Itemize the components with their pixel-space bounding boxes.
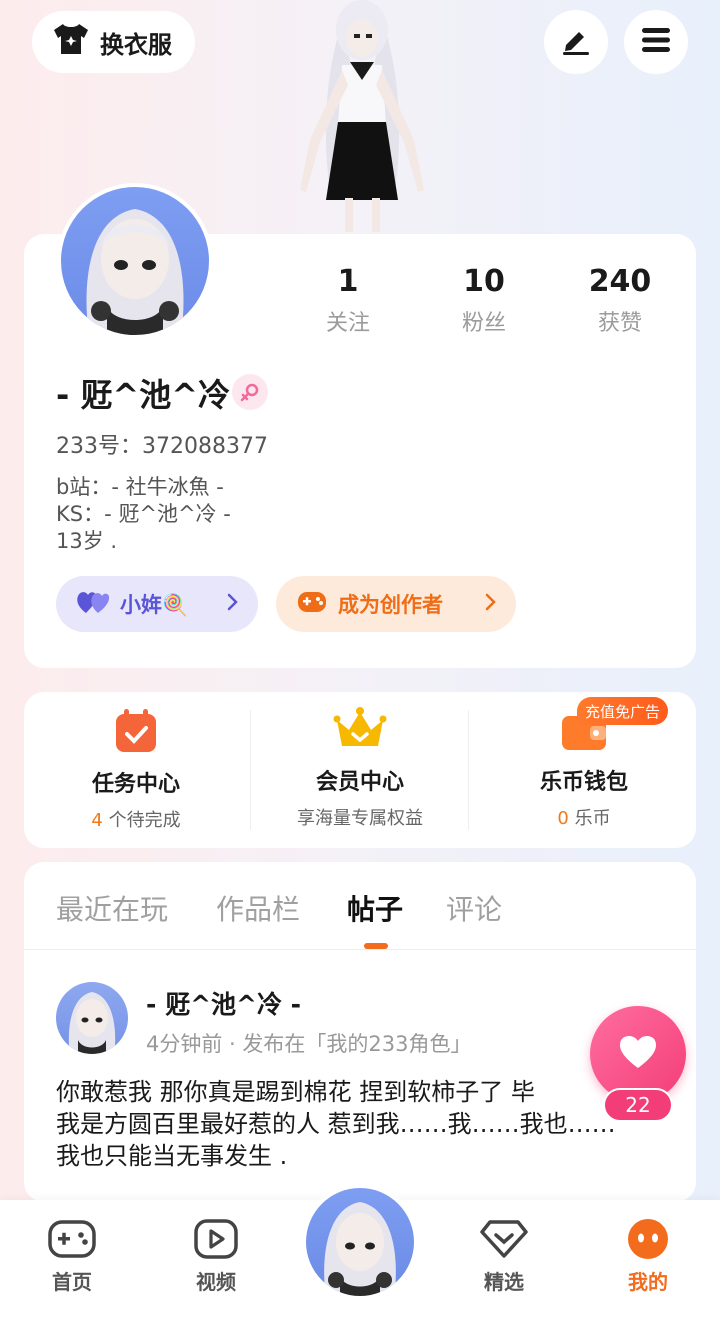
- profile-avatar[interactable]: [57, 183, 213, 339]
- video-play-icon: [171, 1218, 261, 1264]
- double-heart-icon: [76, 589, 110, 620]
- user-id: 233号：372088377: [56, 434, 268, 459]
- divider: [468, 710, 469, 830]
- pen-icon: [559, 23, 593, 61]
- recharge-badge[interactable]: 充值免广告: [577, 697, 669, 725]
- task-center-title: 任务中心: [91, 772, 180, 797]
- bio: b站：- 社牛冰魚 - KS：- 觃^池^冷 - 13岁 .: [56, 474, 231, 555]
- chevron-right-icon: [484, 592, 496, 616]
- nav-featured[interactable]: 精选: [459, 1218, 549, 1295]
- post-author-avatar[interactable]: [56, 982, 128, 1054]
- post-meta: 4分钟前 · 发布在「我的233角色」: [146, 1032, 472, 1056]
- stat-likes-label: 获赞: [597, 311, 642, 336]
- female-icon: [232, 374, 268, 410]
- post-author-name[interactable]: - 觃^池^冷 -: [146, 985, 301, 1021]
- bio-line: 13岁 .: [56, 529, 118, 553]
- stat-fans[interactable]: 10 粉丝: [434, 264, 534, 337]
- vip-center-title: 会员中心: [315, 770, 404, 795]
- coin-count: 0: [557, 808, 569, 829]
- nav-me-label: 我的: [628, 1270, 668, 1294]
- stat-following[interactable]: 1 关注: [298, 264, 398, 337]
- face-icon: [603, 1218, 693, 1264]
- wallet-title: 乐币钱包: [539, 770, 628, 795]
- wallet-sub: 0 乐币: [472, 804, 696, 830]
- menu-button[interactable]: [624, 10, 688, 74]
- nav-home-label: 首页: [52, 1270, 92, 1294]
- change-outfit-button[interactable]: 换衣服: [32, 11, 195, 73]
- avatar-character[interactable]: [290, 0, 435, 232]
- task-count: 4: [91, 810, 103, 831]
- menu-icon: [640, 26, 672, 58]
- username: - 觃^池^冷 -: [56, 376, 255, 414]
- heart-icon: [618, 1034, 658, 1074]
- nav-home[interactable]: 首页: [27, 1218, 117, 1295]
- heart-box-icon: [459, 1218, 549, 1264]
- tab-works[interactable]: 作品栏: [216, 888, 300, 928]
- bio-line: b站：- 社牛冰魚 -: [56, 475, 224, 499]
- stat-fans-label: 粉丝: [461, 311, 506, 336]
- nav-me[interactable]: 我的: [603, 1218, 693, 1295]
- gamepad-icon: [296, 589, 328, 620]
- tab-posts[interactable]: 帖子: [347, 888, 403, 928]
- post-body[interactable]: 你敢惹我 那你真是踢到棉花 捏到软柿子了 毕 我是方圆百里最好惹的人 惹到我………: [56, 1076, 656, 1172]
- nav-video[interactable]: 视频: [171, 1218, 261, 1295]
- change-outfit-label: 换衣服: [100, 30, 172, 59]
- nav-video-label: 视频: [196, 1270, 236, 1294]
- task-center-sub-text: 个待完成: [102, 810, 181, 831]
- vip-center-sub-text: 享海量专属权益: [297, 808, 423, 829]
- nav-featured-label: 精选: [484, 1270, 524, 1294]
- chevron-right-icon: [226, 592, 238, 616]
- tab-recent-play[interactable]: 最近在玩: [56, 888, 168, 928]
- bio-line: KS：- 觃^池^冷 -: [56, 502, 231, 526]
- post-line: 我是方圆百里最好惹的人 惹到我……我……我也……: [56, 1110, 616, 1138]
- stat-following-value: 1: [337, 264, 359, 299]
- stat-likes-value: 240: [588, 264, 652, 299]
- gamepad-icon: [27, 1218, 117, 1264]
- calendar-icon: [24, 708, 248, 758]
- stat-likes[interactable]: 240 获赞: [570, 264, 670, 337]
- task-center-button[interactable]: 任务中心 4 个待完成: [24, 692, 248, 848]
- task-center-sub: 4 个待完成: [24, 806, 248, 832]
- wallet-sub-text: 乐币: [568, 808, 611, 829]
- post-line: 你敢惹我 那你真是踢到棉花 捏到软柿子了 毕: [56, 1078, 535, 1106]
- stat-following-label: 关注: [325, 311, 370, 336]
- become-creator-button[interactable]: 成为创作者: [276, 576, 516, 632]
- tshirt-icon: [52, 22, 90, 62]
- become-creator-label: 成为创作者: [338, 593, 443, 617]
- tab-divider: [24, 949, 696, 950]
- stat-fans-value: 10: [463, 264, 505, 299]
- edit-button[interactable]: [544, 10, 608, 74]
- nav-avatar-button[interactable]: [303, 1185, 417, 1299]
- crown-icon: [248, 706, 472, 756]
- vip-center-sub: 享海量专属权益: [248, 804, 472, 830]
- vip-center-button[interactable]: 会员中心 享海量专属权益: [248, 692, 472, 848]
- tab-comments[interactable]: 评论: [446, 888, 502, 928]
- partner-pill-button[interactable]: 小姩🍭: [56, 576, 258, 632]
- like-count: 22: [603, 1088, 673, 1122]
- partner-pill-label: 小姩🍭: [120, 593, 189, 617]
